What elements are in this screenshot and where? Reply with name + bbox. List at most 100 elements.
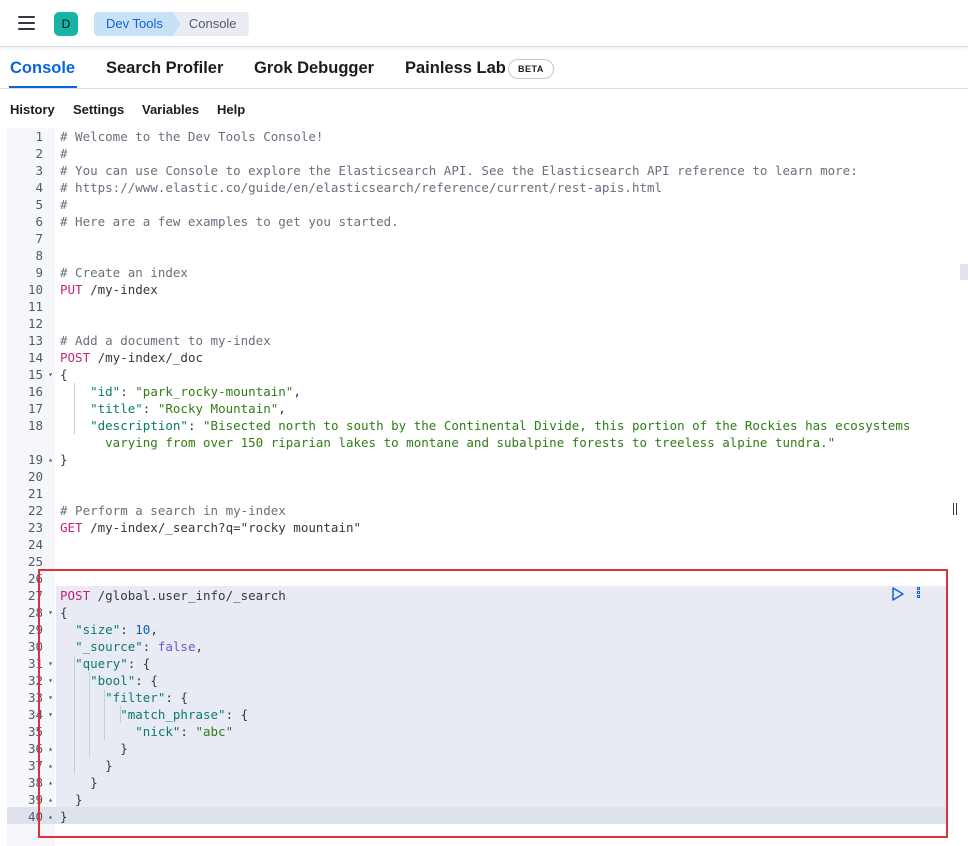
code-text: "description": "Bisected north to south … [90, 418, 911, 450]
code-line[interactable]: 8 [7, 247, 947, 264]
fold-collapse-icon[interactable]: ▾ [46, 604, 55, 621]
code-line[interactable]: 39 ▴ } [7, 791, 947, 808]
code-line[interactable]: 40 ▴} [7, 808, 947, 825]
indent-guide [74, 383, 75, 434]
line-number: 22 [27, 503, 43, 518]
code-line[interactable]: 33 ▾ "filter": { [7, 689, 947, 706]
panel-resize-handle[interactable] [952, 503, 958, 515]
kebab-menu-icon[interactable] [913, 586, 923, 602]
code-line[interactable]: 1 # Welcome to the Dev Tools Console! [7, 128, 947, 145]
code-text: "filter": { [105, 690, 188, 705]
code-line[interactable]: 9 # Create an index [7, 264, 947, 281]
line-number: 38 [27, 775, 43, 790]
menu-help[interactable]: Help [217, 102, 245, 117]
code-line[interactable]: 23 GET /my-index/_search?q="rocky mountai… [7, 519, 947, 536]
code-line[interactable]: 27 POST /global.user_info/_search [7, 587, 947, 604]
line-number: 39 [27, 792, 43, 807]
play-icon[interactable] [891, 586, 905, 602]
fold-end-icon[interactable]: ▴ [46, 757, 55, 774]
code-text: # Create an index [60, 265, 188, 280]
code-text: POST /my-index/_doc [60, 350, 203, 365]
code-line[interactable]: 6 # Here are a few examples to get you st… [7, 213, 947, 230]
code-line[interactable]: 3 # You can use Console to explore the El… [7, 162, 947, 179]
indent-guide [104, 689, 105, 740]
code-text: } [60, 452, 68, 467]
space-avatar[interactable]: D [54, 12, 78, 36]
editor-scrollbar[interactable] [960, 264, 968, 280]
code-line[interactable]: 34 ▾ "match_phrase": { [7, 706, 947, 723]
fold-collapse-icon[interactable]: ▾ [46, 689, 55, 706]
tab-grok-debugger[interactable]: Grok Debugger [254, 59, 374, 78]
line-number: 4 [35, 180, 43, 195]
code-text: # [60, 197, 68, 212]
line-number: 23 [27, 520, 43, 535]
code-line[interactable]: 15 ▾ { [7, 366, 947, 383]
menu-history[interactable]: History [10, 102, 55, 117]
code-line[interactable]: 14 POST /my-index/_doc [7, 349, 947, 366]
code-line[interactable]: 12 [7, 315, 947, 332]
code-text: # [60, 146, 68, 161]
code-line[interactable]: 18 "description": "Bisected north to sou… [7, 417, 947, 451]
code-line[interactable]: 20 [7, 468, 947, 485]
code-line[interactable]: 31 ▾ "query": { [7, 655, 947, 672]
fold-collapse-icon[interactable]: ▾ [46, 672, 55, 689]
hamburger-menu-icon[interactable] [18, 16, 35, 30]
code-line[interactable]: 37 ▴ } [7, 757, 947, 774]
code-text: { [60, 605, 68, 620]
fold-collapse-icon[interactable]: ▾ [46, 366, 55, 383]
code-line[interactable]: 35 "nick": "abc" [7, 723, 947, 740]
code-line[interactable]: 32 ▾ "bool": { [7, 672, 947, 689]
breadcrumb-dev-tools[interactable]: Dev Tools [94, 12, 181, 36]
code-line[interactable]: 17 "title": "Rocky Mountain", [7, 400, 947, 417]
code-line[interactable]: 10 PUT /my-index [7, 281, 947, 298]
code-line[interactable]: 16 "id": "park_rocky-mountain", [7, 383, 947, 400]
line-number: 12 [27, 316, 43, 331]
code-line[interactable]: 21 [7, 485, 947, 502]
code-line[interactable]: 5 # [7, 196, 947, 213]
menu-variables[interactable]: Variables [142, 102, 199, 117]
code-text: # You can use Console to explore the Ela… [60, 163, 858, 178]
code-text: } [60, 741, 128, 756]
fold-end-icon[interactable]: ▴ [46, 808, 55, 825]
line-number: 32 [27, 673, 43, 688]
code-line[interactable]: 29 "size": 10, [7, 621, 947, 638]
code-text: # Welcome to the Dev Tools Console! [60, 129, 324, 144]
menu-settings[interactable]: Settings [73, 102, 124, 117]
line-number: 8 [35, 248, 43, 263]
code-line[interactable]: 4 # https://www.elastic.co/guide/en/elast… [7, 179, 947, 196]
tab-console[interactable]: Console [10, 59, 75, 78]
tab-search-profiler[interactable]: Search Profiler [106, 59, 223, 78]
code-line[interactable]: 13 # Add a document to my-index [7, 332, 947, 349]
line-number: 37 [27, 758, 43, 773]
fold-end-icon[interactable]: ▴ [46, 451, 55, 468]
code-line[interactable]: 11 [7, 298, 947, 315]
line-number: 3 [35, 163, 43, 178]
code-line[interactable]: 28 ▾ { [7, 604, 947, 621]
code-text: # https://www.elastic.co/guide/en/elasti… [60, 180, 663, 195]
console-editor[interactable]: 1 # Welcome to the Dev Tools Console! 2 #3 #… [7, 128, 947, 846]
code-text: "size": 10, [75, 622, 158, 637]
code-line[interactable]: 24 [7, 536, 947, 553]
fold-collapse-icon[interactable]: ▾ [46, 706, 55, 723]
code-line[interactable]: 7 [7, 230, 947, 247]
code-line[interactable]: 30 "_source": false, [7, 638, 947, 655]
code-line[interactable]: 22 # Perform a search in my-index [7, 502, 947, 519]
fold-collapse-icon[interactable]: ▾ [46, 655, 55, 672]
code-line[interactable]: 25 [7, 553, 947, 570]
code-line[interactable]: 38 ▴ } [7, 774, 947, 791]
code-text: POST /global.user_info/_search [60, 588, 286, 603]
line-number: 17 [27, 401, 43, 416]
tab-painless-lab[interactable]: Painless Lab [405, 59, 506, 78]
fold-end-icon[interactable]: ▴ [46, 774, 55, 791]
code-line[interactable]: 19 ▴} [7, 451, 947, 468]
dev-tools-tabs: Console Search Profiler Grok Debugger Pa… [0, 48, 968, 89]
line-number: 31 [27, 656, 43, 671]
code-line[interactable]: 2 # [7, 145, 947, 162]
top-header: D Dev Tools Console [0, 0, 968, 47]
code-line[interactable]: 26 [7, 570, 947, 587]
indent-guide [120, 706, 121, 723]
fold-end-icon[interactable]: ▴ [46, 791, 55, 808]
fold-end-icon[interactable]: ▴ [46, 740, 55, 757]
line-number: 36 [27, 741, 43, 756]
code-line[interactable]: 36 ▴ } [7, 740, 947, 757]
